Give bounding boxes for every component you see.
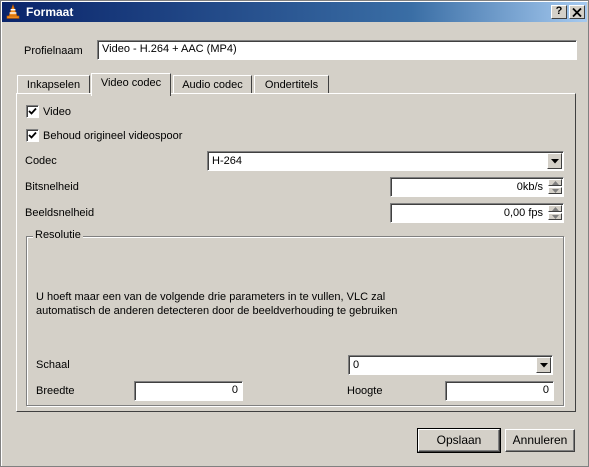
vlc-cone-icon [6,3,20,19]
video-checkbox-label: Video [43,106,71,118]
tab-audio-codec[interactable]: Audio codec [173,75,252,95]
video-checkbox[interactable] [26,105,39,118]
tab-ondertitels[interactable]: Ondertitels [254,75,329,95]
title-bar[interactable]: Formaat ? [2,2,587,22]
framerate-label: Beeldsnelheid [25,207,95,219]
bitrate-spinbox[interactable]: 0kb/s [390,177,564,197]
framerate-up-button[interactable] [548,205,562,212]
format-dialog: Formaat ? Profielnaam Video - H.264 + AA… [0,0,589,467]
codec-value: H-264 [212,155,242,167]
profile-name-label: Profielnaam [24,45,83,57]
framerate-down-button[interactable] [548,213,562,220]
save-button[interactable]: Opslaan [417,428,501,453]
resolution-info-line-1: U hoeft maar een van de volgende drie pa… [36,291,386,303]
tab-video-codec[interactable]: Video codec [91,73,171,96]
bitrate-value: 0kb/s [516,181,543,193]
resolution-group-title: Resolutie [33,229,83,241]
codec-label: Codec [25,155,57,167]
checkmark-icon [28,107,37,115]
resolution-info-text: U hoeft maar een van de volgende drie pa… [36,290,397,318]
height-input[interactable]: 0 [445,381,554,401]
chevron-down-icon [551,159,559,164]
close-icon [572,7,582,18]
arrow-down-icon [552,215,559,219]
width-input[interactable]: 0 [134,381,243,401]
window-title: Formaat [26,5,74,19]
height-label: Hoogte [347,385,383,397]
scale-label: Schaal [36,359,70,371]
tab-inkapselen[interactable]: Inkapselen [17,75,90,95]
checkmark-icon [28,131,37,139]
bitrate-label: Bitsnelheid [25,181,79,193]
bitrate-up-button[interactable] [548,179,562,186]
cancel-button[interactable]: Annuleren [505,429,575,452]
resolution-info-line-2: automatisch de anderen detecteren door d… [36,305,398,317]
codec-select[interactable]: H-264 [207,151,564,171]
codec-dropdown-button[interactable] [547,153,562,169]
arrow-up-icon [552,207,559,211]
bitrate-down-button[interactable] [548,187,562,194]
arrow-down-icon [552,189,559,193]
framerate-spinbox[interactable]: 0,00 fps [390,203,564,223]
chevron-down-icon [540,363,548,368]
framerate-value: 0,00 fps [503,207,543,219]
help-button[interactable]: ? [551,5,567,19]
scale-value: 0 [353,359,360,371]
close-button[interactable] [569,5,585,19]
scale-dropdown-button[interactable] [536,357,551,373]
keep-original-checkbox[interactable] [26,129,39,142]
scale-select[interactable]: 0 [348,355,553,375]
arrow-up-icon [552,181,559,185]
profile-name-input[interactable]: Video - H.264 + AAC (MP4) [97,40,577,60]
help-icon: ? [555,5,563,17]
width-label: Breedte [36,385,75,397]
keep-original-label: Behoud origineel videospoor [43,130,183,142]
